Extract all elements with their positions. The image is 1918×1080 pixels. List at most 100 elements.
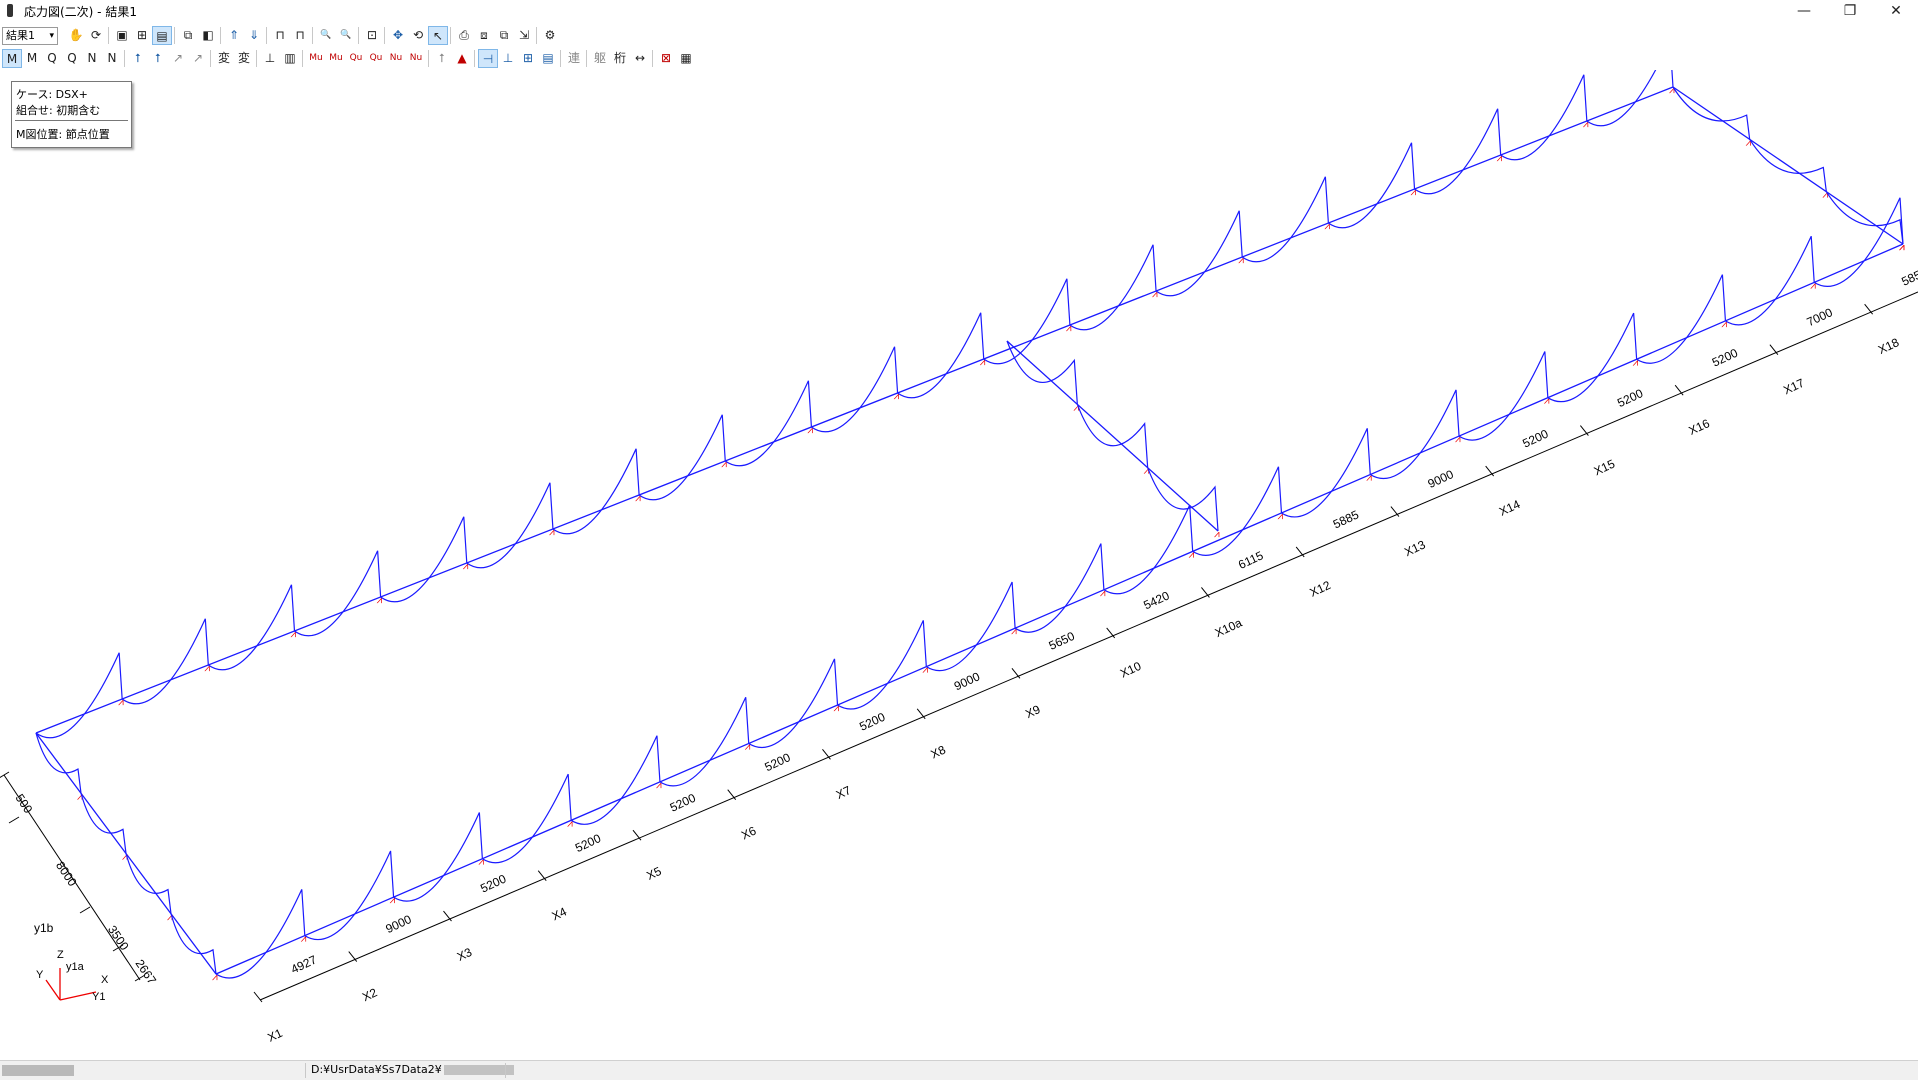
file-name-blurred (443, 1065, 514, 1075)
maximize-button[interactable]: ❐ (1827, 0, 1873, 22)
qu-button[interactable]: Qu (346, 49, 366, 68)
frame-red-icon[interactable]: ▲ (452, 49, 472, 68)
m-button[interactable]: M (2, 49, 22, 68)
grid-label-x5: X5 (644, 864, 664, 883)
hen-button[interactable]: 変 (214, 49, 234, 68)
support-mark-icon: ⩘ (1011, 626, 1017, 637)
drawing-canvas[interactable]: ⩘ ⩘ ⩘ ⩘ ⩘ ⩘ ⩘ ⩘ ⩘ ⩘ ⩘ ⩘ ⩘ ⩘ ⩘ ⩘ ⩘ ⩘ ⩘ ⩘ ⩘ ⩘ ⩘ ⩘ ⩘ ⩘ ⩘ ⩘ ⩘ ⩘ ⩘ ⩘ ⩘ ⩘ ⩘ ⩘ ⩘ ⩘ ⩘ ⩘… (0, 40, 1918, 1060)
span-dimension: 5200 (857, 710, 887, 734)
mu-button[interactable]: Mu (306, 49, 326, 68)
frame-icon[interactable]: ▣ (112, 26, 132, 45)
grid-label-x10: X10 (1118, 659, 1144, 681)
n-box-button[interactable]: N (102, 49, 122, 68)
plan-icon[interactable]: ⊞ (132, 26, 152, 45)
print-icon[interactable]: ⎙ (454, 26, 474, 45)
triad-x-axis (59, 991, 97, 1001)
export-icon[interactable]: ⇲ (514, 26, 534, 45)
result-select[interactable]: 結果1 ▾ (2, 27, 58, 45)
moment-diagram-front (659, 697, 750, 787)
move-icon[interactable]: ✥ (388, 26, 408, 45)
support-mark-icon: ⩘ (1746, 137, 1752, 148)
support-up-icon[interactable]: ⭡ (128, 49, 148, 68)
moment-diagram-back (1328, 142, 1416, 229)
moment-diagram-back (121, 618, 209, 705)
frame-left-icon[interactable]: ⊓ (270, 26, 290, 45)
n-button[interactable]: N (82, 49, 102, 68)
minimize-button[interactable]: — (1781, 0, 1827, 22)
support-mark-icon: ⩘ (1411, 187, 1417, 198)
arrow-up-grey-icon[interactable]: ⭡ (432, 49, 452, 68)
q-button[interactable]: Q (42, 49, 62, 68)
member-grid-icon[interactable]: ⊞ (518, 49, 538, 68)
hand-icon[interactable]: ✋ (66, 26, 86, 45)
support-mark-icon: ⩘ (377, 595, 383, 606)
span-dimension: 5200 (762, 750, 792, 774)
combination-label: 組合せ: 初期含む (16, 104, 101, 117)
zoom-out-icon[interactable]: 🔍 (316, 26, 336, 45)
nu-box-button[interactable]: Nu (406, 49, 426, 68)
down-arrow-icon[interactable]: ⇓ (244, 26, 264, 45)
span-dimension: 7000 (1805, 305, 1835, 329)
ku-button[interactable]: 躯 (590, 49, 610, 68)
column-icon[interactable]: ▥ (280, 49, 300, 68)
member-h-icon[interactable]: ⊣ (478, 49, 498, 68)
span-dimension: 5200 (1710, 346, 1740, 370)
status-divider (505, 1063, 506, 1078)
up-arrow-icon[interactable]: ⇑ (224, 26, 244, 45)
diag-box-icon[interactable]: ↗ (188, 49, 208, 68)
calc-icon[interactable]: ▦ (676, 49, 696, 68)
ren-button[interactable]: 連 (564, 49, 584, 68)
toolbar-separator (124, 50, 125, 67)
support-mark-icon: ⩘ (1822, 190, 1828, 201)
hen-box-button[interactable]: 変 (234, 49, 254, 68)
span-dimension: 5200 (1520, 426, 1550, 450)
nu-button[interactable]: Nu (386, 49, 406, 68)
layers-icon[interactable]: ▤ (152, 26, 172, 45)
copy-icon[interactable]: ⧉ (178, 26, 198, 45)
span-dimension: 4927 (289, 952, 319, 976)
support-mark-icon: ⩘ (834, 703, 840, 714)
support-mark-icon: ⩘ (1066, 323, 1072, 334)
reaction-icon[interactable]: ⊥ (260, 49, 280, 68)
grid-label-x9: X9 (1023, 702, 1043, 721)
mu-box-button[interactable]: Mu (326, 49, 346, 68)
triad-label: Y (36, 969, 44, 981)
qu-box-button[interactable]: Qu (366, 49, 386, 68)
support-box-icon[interactable]: ⭡ (148, 49, 168, 68)
support-mark-icon: ⩘ (1669, 85, 1675, 96)
frame-right-icon[interactable]: ⊓ (290, 26, 310, 45)
moment-diagram-back (380, 516, 468, 603)
span-dimension: 5200 (668, 791, 698, 815)
y-span-dimension: 3500 (105, 923, 132, 953)
fit-icon[interactable]: ⊡ (362, 26, 382, 45)
q-box-button[interactable]: Q (62, 49, 82, 68)
toolbar-separator (586, 50, 587, 67)
triad-y-axis (45, 979, 61, 1001)
keta-button[interactable]: 桁 (610, 49, 630, 68)
status-info (2, 1065, 74, 1076)
y-span-dimension: 8000 (53, 859, 80, 889)
delete-icon[interactable]: ⊠ (656, 49, 676, 68)
grid-label-x3: X3 (455, 945, 475, 964)
moment-diagram-front (925, 581, 1016, 672)
color-icon[interactable]: ◧ (198, 26, 218, 45)
rotate3d-icon[interactable]: ⟳ (86, 26, 106, 45)
span-dimension: 5420 (1141, 588, 1171, 612)
span-dimension: 9000 (952, 669, 982, 693)
zoom-in-icon[interactable]: 🔍 (336, 26, 356, 45)
moment-diagram-back (552, 448, 640, 535)
close-button[interactable]: ✕ (1873, 0, 1918, 22)
triad-label: Y1 (92, 991, 105, 1003)
m-box-button[interactable]: M (22, 49, 42, 68)
window-icon[interactable]: ⧈ (474, 26, 494, 45)
span-arrow-icon[interactable]: ↔ (630, 49, 650, 68)
settings-icon[interactable]: ⚙ (540, 26, 560, 45)
diagram-toolbar: M M Q Q N N ⭡ ⭡ ↗ ↗ 変変 ⊥ ▥ Mu Mu Qu Qu Nu Nu ⭡ ▲ ⊣ ⊥ ⊞ ▤ 連躯桁 ↔ ⊠ ▦ (0, 47, 1918, 70)
member-text-icon[interactable]: ▤ (538, 49, 558, 68)
diag-arrow-icon[interactable]: ↗ (168, 49, 188, 68)
refresh-icon[interactable]: ⟲ (408, 26, 428, 45)
windows-icon[interactable]: ⧉ (494, 26, 514, 45)
pointer-icon[interactable]: ↖ (428, 26, 448, 45)
toolbar-separator (358, 27, 359, 44)
member-v-icon[interactable]: ⊥ (498, 49, 518, 68)
